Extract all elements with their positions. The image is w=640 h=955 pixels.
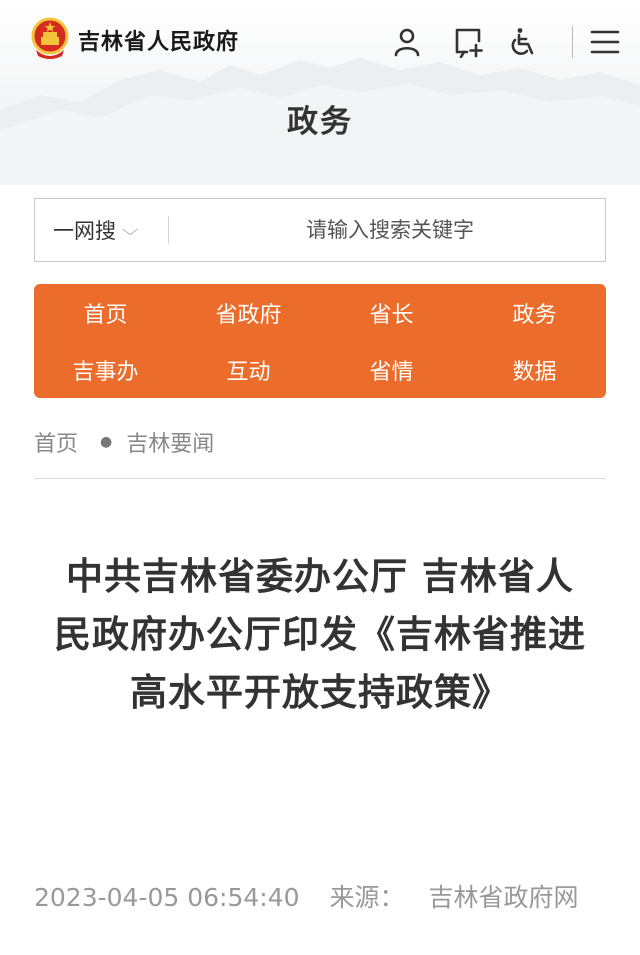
- nav-item-interaction[interactable]: 互动: [177, 341, 320, 398]
- chevron-down-icon: ⌵: [121, 219, 139, 239]
- breadcrumb-home[interactable]: 首页: [34, 426, 78, 458]
- header-divider: [572, 26, 573, 58]
- search-divider: [168, 216, 169, 244]
- nav-item-provincial-government[interactable]: 省政府: [177, 284, 320, 341]
- nav-item-home[interactable]: 首页: [34, 284, 177, 341]
- breadcrumb-jilin-news[interactable]: 吉林要闻: [126, 426, 214, 458]
- nav-item-government-affairs[interactable]: 政务: [463, 284, 606, 341]
- nav-item-jishiban[interactable]: 吉事办: [34, 341, 177, 398]
- add-window-icon[interactable]: [452, 24, 486, 60]
- breadcrumb-separator-dot: ●: [100, 434, 113, 450]
- article-source: 吉林省政府网: [428, 883, 579, 912]
- search-bar: 一网搜 ⌵: [34, 198, 606, 262]
- national-emblem-logo: [31, 17, 69, 59]
- site-header: 吉林省人民政府: [0, 0, 640, 88]
- breadcrumb-divider: [34, 478, 606, 479]
- main-nav: 首页 省政府 省长 政务 吉事办 互动 省情 数据: [34, 284, 606, 398]
- article-datetime: 2023-04-05 06:54:40: [34, 883, 300, 912]
- nav-item-province-info[interactable]: 省情: [320, 341, 463, 398]
- source-label: 来源：: [329, 883, 405, 912]
- search-scope-label: 一网搜: [53, 218, 116, 243]
- accessibility-icon[interactable]: [506, 24, 540, 60]
- article-meta: 2023-04-05 06:54:40 来源： 吉林省政府网: [34, 878, 578, 914]
- search-scope-select[interactable]: 一网搜 ⌵: [53, 199, 139, 260]
- user-icon[interactable]: [390, 24, 424, 60]
- nav-item-data[interactable]: 数据: [463, 341, 606, 398]
- breadcrumb: 首页 ● 吉林要闻: [34, 426, 214, 458]
- search-input[interactable]: [175, 199, 605, 260]
- menu-icon[interactable]: [588, 24, 622, 60]
- site-name[interactable]: 吉林省人民政府: [78, 24, 239, 56]
- article-title: 中共吉林省委办公厅 吉林省人民政府办公厅印发《吉林省推进高水平开放支持政策》: [54, 555, 586, 714]
- nav-item-governor[interactable]: 省长: [320, 284, 463, 341]
- page-heading: 政务: [287, 104, 353, 140]
